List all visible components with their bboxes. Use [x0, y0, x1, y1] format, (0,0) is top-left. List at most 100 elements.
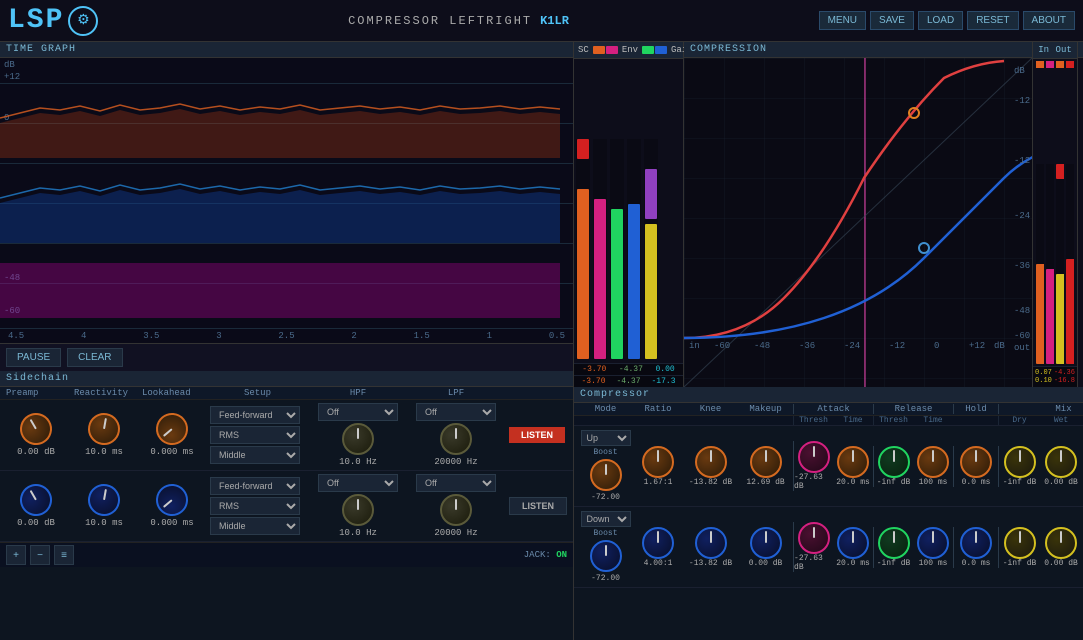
release-time-knob-ch2[interactable] — [917, 527, 949, 559]
hpf-freq-ch1: 10.0 Hz — [339, 457, 377, 467]
jack-status: JACK: ON — [524, 550, 567, 560]
comp-knee-ch2: -13.82 dB — [683, 527, 738, 568]
dry-value-ch1: -inf dB — [1003, 478, 1037, 487]
lpf-knob-ch1[interactable] — [440, 423, 472, 455]
comp-mode-header: Mode — [578, 404, 633, 414]
wet-ch1: 0.00 dB — [1040, 446, 1082, 487]
lpf-mode-ch2[interactable]: Off 12dB/oct — [416, 474, 496, 492]
setup-source-ch2[interactable]: Middle Side Left Right — [210, 517, 300, 535]
wet-knob-ch1[interactable] — [1045, 446, 1077, 478]
meters-content — [574, 59, 683, 363]
attack-thresh-knob-ch2[interactable] — [798, 522, 830, 554]
env-label: Env — [622, 45, 638, 55]
settings-icon-button[interactable]: ≡ — [54, 545, 74, 565]
attack-time-knob-ch1[interactable] — [837, 446, 869, 478]
boost-knob-ch1[interactable] — [590, 459, 622, 491]
reactivity-knob-ch1[interactable] — [85, 410, 122, 447]
preamp-value-ch2: 0.00 dB — [17, 518, 55, 528]
time-label-15: 1.5 — [414, 331, 430, 341]
right-panel: SC Env Gain — [574, 42, 1083, 640]
preamp-knob-ch2[interactable] — [14, 478, 58, 522]
env-color-blocks — [642, 46, 667, 54]
reactivity-knob-ch2[interactable] — [85, 481, 122, 518]
reset-button[interactable]: RESET — [967, 11, 1018, 30]
waveform-svg — [0, 58, 573, 328]
env-meter-2 — [627, 139, 641, 359]
setup-detection-ch2[interactable]: RMS Peak — [210, 497, 300, 515]
svg-text:out: out — [1014, 343, 1030, 353]
lpf-col-header: LPF — [411, 388, 501, 398]
clear-button[interactable]: CLEAR — [67, 348, 122, 367]
ratio-knob-ch1[interactable] — [642, 446, 674, 478]
mode-select-ch1[interactable]: Up Down — [581, 430, 631, 446]
hpf-knob-ch1[interactable] — [342, 423, 374, 455]
save-button[interactable]: SAVE — [870, 11, 914, 30]
comp-knee-ch1: -13.82 dB — [683, 446, 738, 487]
preamp-knob-ch1[interactable] — [14, 407, 58, 451]
mode-select-ch2[interactable]: Down Up — [581, 511, 631, 527]
attack-time-knob-ch2[interactable] — [837, 527, 869, 559]
svg-text:0: 0 — [934, 341, 939, 351]
in-label: In — [1038, 45, 1049, 55]
makeup-knob-ch1[interactable] — [750, 446, 782, 478]
release-thresh-knob-ch2[interactable] — [878, 527, 910, 559]
lookahead-col-header: Lookahead — [142, 388, 202, 398]
lookahead-knob-ch2[interactable] — [149, 477, 194, 522]
hpf-mode-ch2[interactable]: Off 12dB/oct — [318, 474, 398, 492]
svg-text:-60: -60 — [714, 341, 730, 351]
remove-button[interactable]: − — [30, 545, 50, 565]
setup-mode-ch1[interactable]: Feed-forward Feed-back — [210, 406, 300, 424]
wet-knob-ch2[interactable] — [1045, 527, 1077, 559]
compression-graph-panel: COMPRESSION — [684, 42, 1032, 387]
hold-knob-ch1[interactable] — [960, 446, 992, 478]
listen-button-ch2[interactable]: LISTEN — [509, 497, 567, 515]
release-time-label: Time — [913, 416, 953, 425]
attack-thresh-ch1: -27.63 dB — [793, 441, 833, 491]
sc-env-gain-panel: SC Env Gain — [574, 42, 684, 387]
attack-thresh-knob-ch1[interactable] — [798, 441, 830, 473]
ratio-knob-ch2[interactable] — [642, 527, 674, 559]
lpf-mode-ch1[interactable]: Off 12dB/oct 24dB/oct — [416, 403, 496, 421]
knee-knob-ch1[interactable] — [695, 446, 727, 478]
lpf-knob-ch2[interactable] — [440, 494, 472, 526]
pause-button[interactable]: PAUSE — [6, 348, 61, 367]
comp-hold-header: Hold — [953, 404, 998, 414]
setup-source-ch1[interactable]: Middle Side Left Right — [210, 446, 300, 464]
about-button[interactable]: ABOUT — [1023, 11, 1075, 30]
hold-knob-ch2[interactable] — [960, 527, 992, 559]
boost-knob-ch2[interactable] — [590, 540, 622, 572]
release-time-knob-ch1[interactable] — [917, 446, 949, 478]
in-color-2 — [1046, 61, 1054, 68]
time-controls: PAUSE CLEAR — [0, 343, 573, 371]
comp-mode-ch1: Up Down Boost -72.00 — [578, 430, 633, 502]
add-button[interactable]: + — [6, 545, 26, 565]
time-label-25: 2.5 — [278, 331, 294, 341]
gain-value2: -17.3 — [652, 377, 676, 386]
knee-knob-ch2[interactable] — [695, 527, 727, 559]
preamp-col-header: Preamp — [6, 388, 66, 398]
main-container: TIME GRAPH dB +12 0 -48 -60 — [0, 42, 1083, 640]
setup-mode-ch2[interactable]: Feed-forward Feed-back — [210, 477, 300, 495]
setup-detection-ch1[interactable]: RMS Peak — [210, 426, 300, 444]
listen-button-ch1[interactable]: LISTEN — [509, 427, 565, 443]
attack-time-ch2: 20.0 ms — [833, 527, 873, 568]
hpf-knob-ch2[interactable] — [342, 494, 374, 526]
dry-ch1: -inf dB — [998, 446, 1040, 487]
load-button[interactable]: LOAD — [918, 11, 963, 30]
bottom-toolbar: + − ≡ JACK: ON — [0, 542, 573, 567]
env-meter-1 — [610, 139, 624, 359]
dry-knob-ch1[interactable] — [1004, 446, 1036, 478]
out-value1: -4.36 — [1054, 369, 1075, 377]
dry-knob-ch2[interactable] — [1004, 527, 1036, 559]
sc-meter-1-svg — [576, 139, 590, 359]
lookahead-knob-ch1[interactable] — [149, 406, 194, 451]
menu-button[interactable]: MENU — [819, 11, 866, 30]
attack-thresh-label: Thresh — [793, 416, 833, 425]
time-label-2: 2 — [351, 331, 356, 341]
makeup-knob-ch2[interactable] — [750, 527, 782, 559]
hpf-mode-ch1[interactable]: Off 12dB/oct 24dB/oct — [318, 403, 398, 421]
comp-knee-header: Knee — [683, 404, 738, 414]
in-out-values: 0.07 -4.36 0.10 -16.8 — [1033, 366, 1077, 387]
release-thresh-knob-ch1[interactable] — [878, 446, 910, 478]
hpf-ch2: Off 12dB/oct 10.0 Hz — [313, 474, 403, 538]
